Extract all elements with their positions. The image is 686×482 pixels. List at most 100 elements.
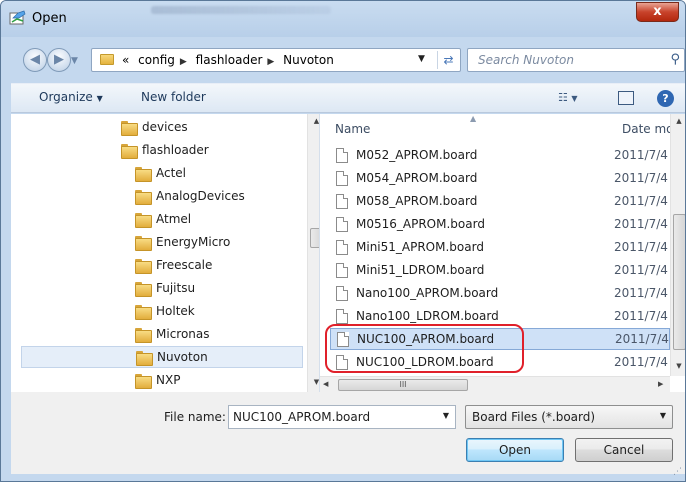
resize-grip-icon[interactable]: ⋰ (673, 467, 682, 477)
folder-icon (100, 54, 114, 65)
file-icon (336, 308, 348, 324)
file-row[interactable]: M054_APROM.board 2011/7/4 (330, 167, 670, 189)
tree-item-label: Nuvoton (157, 350, 208, 364)
file-date-modified: 2011/7/4 (615, 332, 669, 346)
tree-item[interactable]: Nuvoton (21, 346, 303, 368)
file-icon (336, 147, 348, 163)
refresh-button[interactable]: ⇄ (437, 51, 459, 69)
file-name: M058_APROM.board (356, 194, 478, 208)
command-toolbar: Organize ▼ New folder ☷ ▼ ? (11, 83, 685, 113)
filename-label-text: File name: (164, 410, 226, 424)
breadcrumb-separator-icon[interactable]: ▶ (267, 57, 274, 67)
tree-item-label: flashloader (142, 143, 209, 157)
tree-item-label: Actel (156, 166, 187, 180)
file-horizontal-scrollbar[interactable]: ◀ III ▶ (320, 376, 670, 392)
file-scroll-thumb[interactable] (673, 214, 685, 350)
column-header-name[interactable]: Name (335, 122, 370, 136)
navigation-pane: devices flashloader Actel AnalogDevices Atme… (11, 114, 324, 392)
organize-label: Organize (39, 90, 93, 104)
breadcrumb-config[interactable]: config (138, 53, 175, 67)
chevron-down-icon: ▼ (571, 94, 578, 103)
breadcrumb: « config ▶ flashloader ▶ Nuvoton (122, 53, 339, 67)
folder-icon (135, 304, 152, 320)
filename-value[interactable]: NUC100_APROM.board (233, 410, 370, 424)
address-bar[interactable]: « config ▶ flashloader ▶ Nuvoton ▼ ⇄ (91, 48, 461, 72)
back-button[interactable]: ◀ (23, 48, 47, 72)
open-file-dialog: Open x ◀ ▶ ▼ « config ▶ flashloader ▶ Nuvo… (0, 0, 686, 482)
file-icon (336, 193, 348, 209)
file-name: Mini51_APROM.board (356, 240, 484, 254)
filetype-dropdown-icon[interactable]: ▼ (660, 411, 666, 420)
tree-item-label: devices (142, 120, 188, 134)
scroll-left-icon[interactable]: ◀ (323, 380, 328, 388)
breadcrumb-flashloader[interactable]: flashloader (196, 53, 263, 67)
title-bar[interactable]: Open x (1, 1, 685, 37)
scroll-right-icon[interactable]: ▶ (658, 380, 663, 388)
file-hscroll-thumb[interactable]: III (338, 379, 468, 391)
file-icon (336, 216, 348, 232)
folder-icon (135, 212, 152, 228)
recent-locations-chevron-icon[interactable]: ▼ (71, 56, 78, 66)
filename-input[interactable]: NUC100_APROM.board ▼ (228, 405, 456, 429)
file-date-modified: 2011/7/4 (614, 263, 668, 277)
search-icon[interactable]: ⚲ (670, 52, 680, 67)
address-dropdown-icon[interactable]: ▼ (418, 54, 425, 64)
folder-icon (135, 258, 152, 274)
grip-marks: III (399, 380, 407, 389)
filetype-value[interactable]: Board Files (*.board) (472, 410, 595, 424)
help-icon[interactable]: ? (657, 90, 674, 107)
sort-ascending-icon: ▲ (470, 114, 477, 123)
folder-icon (135, 373, 152, 389)
new-folder-button[interactable]: New folder (141, 90, 206, 104)
file-row[interactable]: Mini51_LDROM.board 2011/7/4 (330, 259, 670, 281)
folder-icon (121, 143, 138, 159)
tree-item-label: Micronas (156, 327, 210, 341)
open-button[interactable]: Open (466, 438, 564, 462)
back-arrow-icon: ◀ (30, 52, 40, 67)
filename-label: File name: (164, 410, 226, 424)
file-icon (336, 262, 348, 278)
file-vertical-scrollbar[interactable]: ▲ ▼ (670, 114, 685, 376)
search-placeholder[interactable]: Search Nuvoton (478, 53, 574, 67)
window-title: Open (32, 11, 67, 26)
blurred-title-text (151, 6, 331, 14)
file-row[interactable]: M058_APROM.board 2011/7/4 (330, 190, 670, 212)
file-date-modified: 2011/7/4 (614, 148, 668, 162)
tree-item-label: AnalogDevices (156, 189, 245, 203)
breadcrumb-overflow[interactable]: « (122, 53, 129, 67)
file-icon (336, 170, 348, 186)
search-box[interactable]: Search Nuvoton ⚲ (467, 48, 685, 72)
chevron-down-icon: ▼ (96, 94, 103, 103)
file-row[interactable]: M052_APROM.board 2011/7/4 (330, 144, 670, 166)
file-date-modified: 2011/7/4 (614, 217, 668, 231)
file-icon (336, 285, 348, 301)
file-row[interactable]: M0516_APROM.board 2011/7/4 (330, 213, 670, 235)
file-name: M054_APROM.board (356, 171, 478, 185)
scroll-up-icon[interactable]: ▲ (671, 117, 685, 125)
tree-item-label: NXP (156, 373, 181, 387)
tree-item-label: EnergyMicro (156, 235, 231, 249)
file-date-modified: 2011/7/4 (614, 194, 668, 208)
folder-icon (135, 327, 152, 343)
close-button[interactable]: x (636, 2, 679, 22)
file-icon (336, 239, 348, 255)
breadcrumb-separator-icon[interactable]: ▶ (180, 57, 187, 67)
scroll-down-icon[interactable]: ▼ (671, 362, 685, 370)
refresh-icon: ⇄ (443, 53, 454, 67)
tree-item-label: Holtek (156, 304, 195, 318)
forward-button[interactable]: ▶ (47, 48, 71, 72)
tree-item-label: Fujitsu (156, 281, 196, 295)
file-name: M0516_APROM.board (356, 217, 485, 231)
filename-dropdown-icon[interactable]: ▼ (443, 411, 449, 420)
breadcrumb-nuvoton[interactable]: Nuvoton (283, 53, 334, 67)
file-row[interactable]: Mini51_APROM.board 2011/7/4 (330, 236, 670, 258)
change-view-button[interactable]: ☷ ▼ (558, 91, 578, 104)
file-row[interactable]: Nano100_APROM.board 2011/7/4 (330, 282, 670, 304)
file-name: Mini51_LDROM.board (356, 263, 485, 277)
folder-icon (121, 120, 138, 136)
filetype-select[interactable]: Board Files (*.board) ▼ (465, 405, 673, 429)
column-header-date-modified[interactable]: Date mo (622, 122, 674, 136)
cancel-button[interactable]: Cancel (575, 438, 673, 462)
organize-button[interactable]: Organize ▼ (39, 90, 103, 104)
preview-pane-icon[interactable] (618, 91, 634, 105)
